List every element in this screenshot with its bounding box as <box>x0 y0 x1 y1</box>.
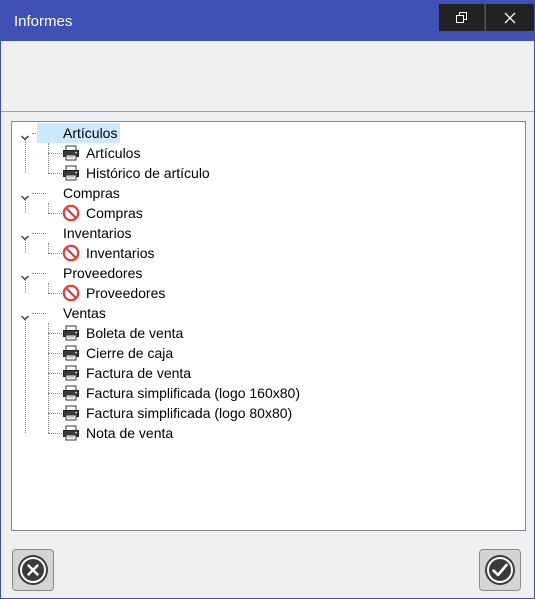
tree-leaf-node[interactable]: Factura simplificada (logo 80x80) <box>12 403 512 423</box>
close-icon <box>504 12 516 23</box>
printer-icon <box>62 364 80 382</box>
tree-connector <box>32 193 46 194</box>
tree-leaf-node[interactable]: Compras <box>12 203 512 223</box>
printer-icon <box>62 384 80 402</box>
tree-connector <box>48 353 62 354</box>
tree-connector <box>32 273 46 274</box>
tree-leaf-label: Inventarios <box>86 245 155 261</box>
tree-branch-line <box>48 203 49 213</box>
printer-icon <box>62 404 80 422</box>
tree-group-label: Compras <box>63 185 120 201</box>
tree-connector <box>48 293 62 294</box>
accept-icon <box>485 555 515 585</box>
tree-connector <box>48 413 62 414</box>
tree-branch-line <box>48 143 49 173</box>
tree-connector <box>48 333 62 334</box>
tree-group-label: Artículos <box>37 123 121 143</box>
tree-connector <box>32 233 46 234</box>
footer-bar <box>1 541 534 598</box>
forbidden-icon <box>62 204 80 222</box>
tree-leaf-label: Cierre de caja <box>86 345 174 361</box>
tree-leaf-node[interactable]: Nota de venta <box>12 423 512 443</box>
tree-leaf-node[interactable]: Cierre de caja <box>12 343 512 363</box>
tree-group-label: Ventas <box>63 305 106 321</box>
tree-connector <box>48 433 62 434</box>
tree-leaf-label: Factura de venta <box>86 365 192 381</box>
accept-button[interactable] <box>479 549 521 591</box>
forbidden-icon <box>62 284 80 302</box>
tree-leaf-node[interactable]: Artículos <box>12 143 512 163</box>
printer-icon <box>62 324 80 342</box>
printer-icon <box>62 344 80 362</box>
tree-group-label: Inventarios <box>63 225 132 241</box>
tree-connector <box>48 393 62 394</box>
tree-leaf-node[interactable]: Inventarios <box>12 243 512 263</box>
printer-icon <box>62 144 80 162</box>
informes-window: Informes Artículos Artículos Histórico de … <box>0 0 535 599</box>
printer-icon <box>62 164 80 182</box>
tree-leaf-label: Compras <box>86 205 143 221</box>
cancel-icon <box>18 555 48 585</box>
tree-leaf-label: Factura simplificada (logo 80x80) <box>86 405 293 421</box>
tree-group-label: Proveedores <box>63 265 143 281</box>
tree-connector <box>48 173 62 174</box>
window-title: Informes <box>14 13 73 30</box>
tree-leaf-node[interactable]: Boleta de venta <box>12 323 512 343</box>
reports-tree[interactable]: Artículos Artículos Histórico de artículo C… <box>11 121 526 531</box>
top-panel <box>1 41 534 112</box>
tree-leaf-label: Nota de venta <box>86 425 174 441</box>
tree-leaf-label: Artículos <box>86 145 141 161</box>
tree-group-node[interactable]: Ventas <box>12 303 512 323</box>
tree-leaf-node[interactable]: Factura de venta <box>12 363 512 383</box>
printer-icon <box>62 424 80 442</box>
tree-leaf-node[interactable]: Factura simplificada (logo 160x80) <box>12 383 512 403</box>
tree-leaf-node[interactable]: Proveedores <box>12 283 512 303</box>
cancel-button[interactable] <box>12 549 54 591</box>
title-bar[interactable]: Informes <box>1 1 534 41</box>
tree-branch-line <box>48 323 49 433</box>
tree-group-node[interactable]: Artículos <box>12 123 512 143</box>
restore-button[interactable] <box>439 4 485 31</box>
tree-leaf-node[interactable]: Histórico de artículo <box>12 163 512 183</box>
tree-connector <box>48 253 62 254</box>
tree-leaf-label: Histórico de artículo <box>86 165 210 181</box>
tree-connector <box>48 213 62 214</box>
tree-group-node[interactable]: Compras <box>12 183 512 203</box>
tree-leaf-label: Proveedores <box>86 285 166 301</box>
tree-group-node[interactable]: Proveedores <box>12 263 512 283</box>
tree-connector <box>32 313 46 314</box>
tree-branch-line <box>48 243 49 253</box>
restore-icon <box>456 12 467 23</box>
close-button[interactable] <box>486 4 534 31</box>
forbidden-icon <box>62 244 80 262</box>
tree-connector <box>48 373 62 374</box>
tree-group-node[interactable]: Inventarios <box>12 223 512 243</box>
tree-leaf-label: Factura simplificada (logo 160x80) <box>86 385 300 401</box>
tree-leaf-label: Boleta de venta <box>86 325 184 341</box>
tree-connector <box>48 153 62 154</box>
tree-branch-line <box>48 283 49 293</box>
